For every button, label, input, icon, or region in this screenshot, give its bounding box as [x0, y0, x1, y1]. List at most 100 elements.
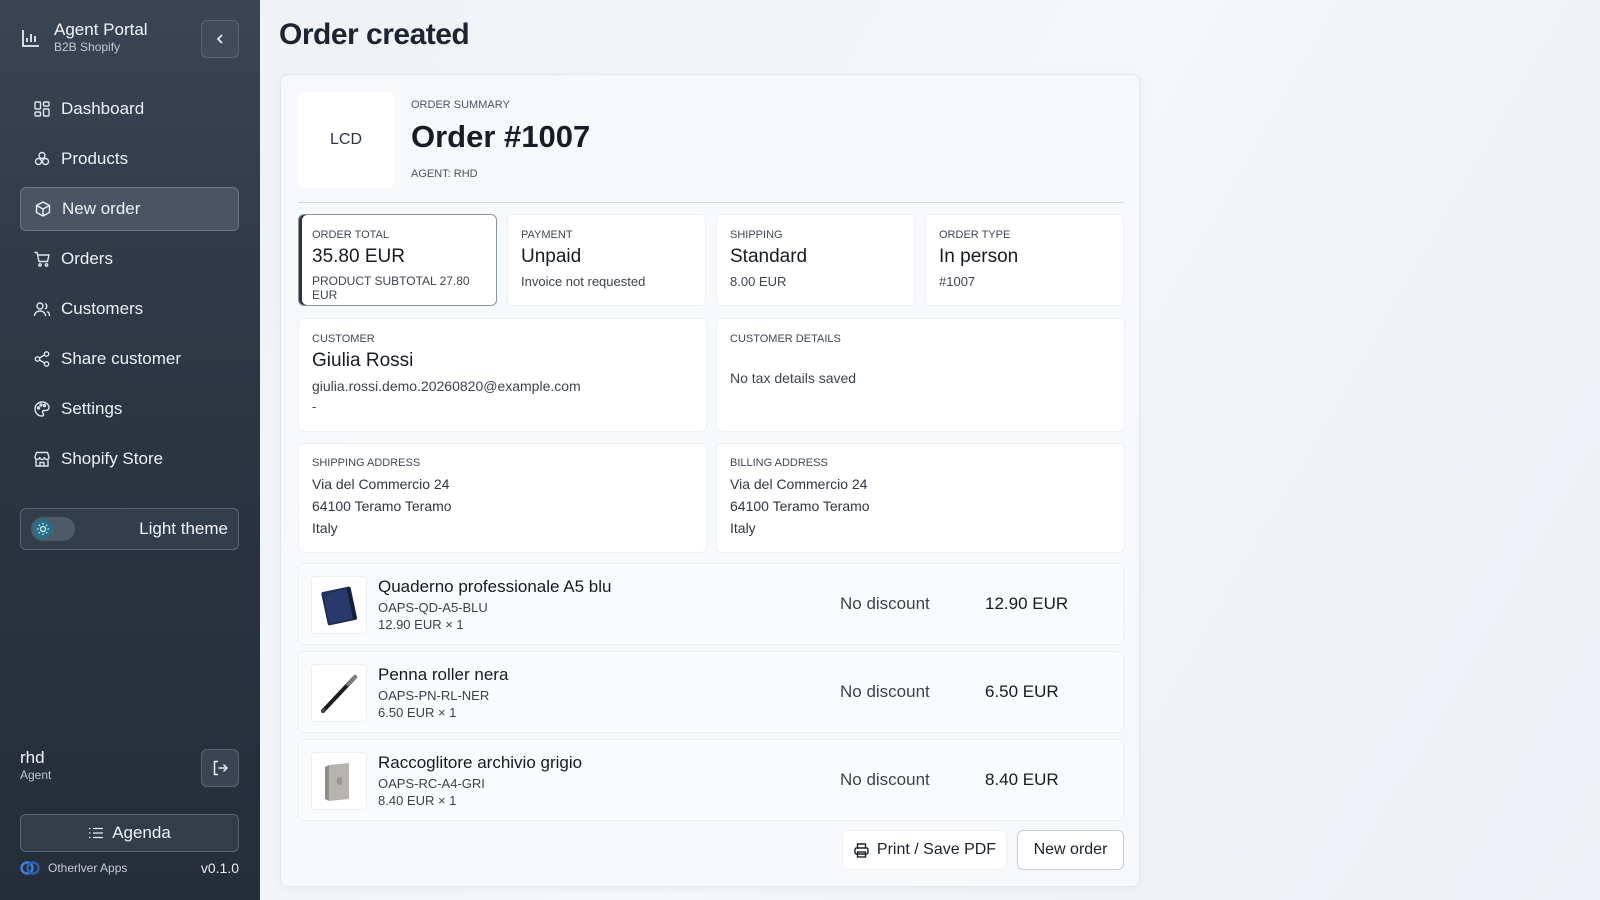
sidebar: Agent Portal B2B Shopify Dashboard Produ…: [0, 0, 260, 900]
customer-name: Giulia Rossi: [312, 350, 414, 371]
order-number: Order #1007: [411, 119, 591, 154]
item-name: Quaderno professionale A5 blu: [378, 577, 612, 596]
palette-icon: [34, 401, 50, 417]
sidebar-item-share-customer[interactable]: Share customer: [20, 337, 239, 381]
pen-thumb: [311, 664, 367, 722]
shipping-value: Standard: [730, 246, 808, 267]
bar-chart-icon: [22, 29, 39, 47]
order-type-sub: #1007: [939, 274, 976, 289]
dashboard-icon: [34, 101, 50, 117]
shipping-box: SHIPPING Standard 8.00 EUR: [716, 214, 915, 306]
new-order-button[interactable]: New order: [1017, 830, 1124, 870]
line-item: Penna roller nera OAPS-PN-RL-NER 6.50 EU…: [298, 651, 1124, 733]
chevron-left-icon: [216, 34, 223, 44]
store-logo: LCD: [298, 92, 394, 188]
billing-address-line: Italy: [730, 520, 756, 536]
shipping-address-line: Italy: [312, 520, 338, 536]
theme-toggle[interactable]: Light theme: [20, 508, 239, 550]
sidebar-item-orders[interactable]: Orders: [20, 237, 239, 281]
sidebar-item-customers[interactable]: Customers: [20, 287, 239, 331]
order-total-box: ORDER TOTAL 35.80 EUR PRODUCT SUBTOTAL 2…: [298, 214, 497, 306]
sidebar-item-label: Shopify Store: [61, 449, 164, 468]
item-name: Raccoglitore archivio grigio: [378, 753, 583, 772]
customer-email: giulia.rossi.demo.20260820@example.com: [312, 378, 581, 394]
sidebar-item-label: New order: [62, 199, 141, 218]
payment-box: PAYMENT Unpaid Invoice not requested: [507, 214, 706, 306]
billing-address-label: BILLING ADDRESS: [730, 457, 828, 469]
sidebar-item-settings[interactable]: Settings: [20, 387, 239, 431]
new-order-icon: [35, 201, 51, 217]
billing-address-box: BILLING ADDRESS Via del Commercio 24 641…: [716, 443, 1125, 553]
print-save-pdf-button[interactable]: Print / Save PDF: [842, 830, 1007, 870]
company-name: Otherlver Apps: [48, 861, 128, 875]
payment-value: Unpaid: [521, 246, 582, 267]
sidebar-item-shopify-store[interactable]: Shopify Store: [20, 437, 239, 481]
collapse-sidebar-button[interactable]: [201, 20, 239, 58]
customer-box: CUSTOMER Giulia Rossi giulia.rossi.demo.…: [298, 318, 707, 432]
brand-title: Agent Portal: [54, 20, 148, 39]
brand-subtitle: B2B Shopify: [54, 40, 121, 54]
customer-details-box: CUSTOMER DETAILS No tax details saved: [716, 318, 1125, 432]
sidebar-item-label: Dashboard: [61, 99, 145, 118]
item-discount: No discount: [840, 770, 930, 789]
item-quantity: 6.50 EUR × 1: [378, 705, 457, 720]
sidebar-nav: Dashboard Products New order Orders Cust…: [20, 87, 239, 487]
sidebar-item-dashboard[interactable]: Dashboard: [20, 87, 239, 131]
item-name: Penna roller nera: [378, 665, 509, 684]
item-sku: OAPS-RC-A4-GRI: [378, 776, 485, 791]
customer-details-label: CUSTOMER DETAILS: [730, 333, 841, 345]
customer-extra: -: [312, 399, 317, 414]
billing-address-line: Via del Commercio 24: [730, 476, 868, 492]
item-price: 8.40 EUR: [985, 770, 1059, 789]
store-icon: [34, 451, 50, 467]
user-name: rhd: [20, 748, 45, 767]
billing-address-line: 64100 Teramo Teramo: [730, 498, 870, 514]
cart-icon: [34, 251, 50, 267]
logout-icon: [213, 760, 229, 776]
print-label: Print / Save PDF: [876, 841, 997, 858]
sidebar-item-label: Customers: [61, 299, 144, 318]
customer-label: CUSTOMER: [312, 333, 375, 345]
shipping-address-box: SHIPPING ADDRESS Via del Commercio 24 64…: [298, 443, 707, 553]
user-role: Agent: [20, 768, 52, 782]
shipping-label: SHIPPING: [730, 229, 783, 241]
company-logo-icon: [20, 861, 40, 875]
notebook-thumb: [311, 576, 367, 634]
order-summary-card: LCD ORDER SUMMARY Order #1007 AGENT: RHD…: [280, 74, 1140, 887]
shipping-cost: 8.00 EUR: [730, 274, 787, 289]
printer-icon: [854, 842, 869, 858]
item-sku: OAPS-QD-A5-BLU: [378, 600, 488, 615]
item-quantity: 8.40 EUR × 1: [378, 793, 457, 808]
order-total-label: ORDER TOTAL: [312, 229, 390, 241]
agenda-button[interactable]: Agenda: [20, 814, 239, 852]
agenda-label: Agenda: [112, 823, 171, 842]
agent-line: AGENT: RHD: [411, 168, 478, 180]
summary-label: ORDER SUMMARY: [411, 99, 510, 111]
customer-details-text: No tax details saved: [730, 370, 857, 386]
payment-label: PAYMENT: [521, 229, 573, 241]
shipping-address-line: Via del Commercio 24: [312, 476, 450, 492]
brand: Agent Portal B2B Shopify: [20, 20, 148, 55]
order-type-box: ORDER TYPE In person #1007: [925, 214, 1124, 306]
sidebar-item-new-order[interactable]: New order: [20, 187, 239, 231]
sun-icon: [33, 519, 53, 539]
theme-label: Light theme: [139, 519, 228, 538]
logout-button[interactable]: [201, 749, 239, 787]
company-credit: Otherlver Apps: [20, 860, 127, 876]
shipping-address-line: 64100 Teramo Teramo: [312, 498, 452, 514]
item-quantity: 12.90 EUR × 1: [378, 617, 464, 632]
sidebar-item-products[interactable]: Products: [20, 137, 239, 181]
user-info: rhd Agent: [20, 748, 51, 782]
list-icon: [89, 827, 104, 839]
item-discount: No discount: [840, 594, 930, 613]
payment-sub: Invoice not requested: [521, 274, 646, 289]
order-type-value: In person: [939, 246, 1019, 267]
sidebar-item-label: Orders: [61, 249, 113, 268]
sidebar-item-label: Products: [61, 149, 129, 168]
item-sku: OAPS-PN-RL-NER: [378, 688, 490, 703]
version-label: v0.1.0: [200, 860, 239, 876]
users-icon: [33, 302, 51, 317]
binder-thumb: [311, 752, 367, 810]
sidebar-item-label: Settings: [61, 399, 123, 418]
theme-switch[interactable]: [31, 517, 75, 541]
